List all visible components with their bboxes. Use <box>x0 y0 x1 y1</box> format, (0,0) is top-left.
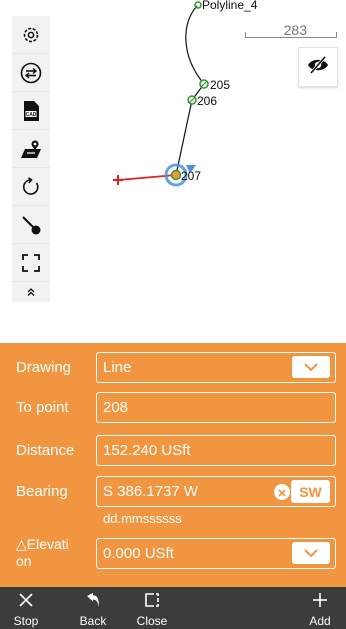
stakeout-pole-icon <box>20 214 42 236</box>
close-label: Close <box>136 614 168 628</box>
chevron-down-icon <box>303 359 319 376</box>
clear-icon <box>278 484 286 501</box>
map-layers-icon <box>19 139 43 159</box>
clear-bearing-button[interactable] <box>274 484 290 500</box>
stop-label: Stop <box>13 614 39 628</box>
visibility-toggle-button[interactable] <box>298 47 338 87</box>
distance-input[interactable]: 152.240 USft <box>96 435 336 466</box>
refresh-icon <box>21 176 41 197</box>
fullscreen-button[interactable] <box>12 244 50 282</box>
polyline-label: Polyline_4 <box>202 0 258 12</box>
map-canvas[interactable]: Polyline_4 205 206 207 283 CAD <box>0 0 346 343</box>
stakeout-button[interactable] <box>12 206 50 244</box>
map-drawing <box>113 1 209 187</box>
svg-text:CAD: CAD <box>26 112 37 118</box>
elevation-label: △Elevati on <box>16 536 69 570</box>
polyline-curve <box>185 5 205 85</box>
cad-icon: CAD <box>21 100 41 122</box>
scale-value: 283 <box>283 22 307 38</box>
swap-icon <box>20 62 42 84</box>
scale-bar: 283 <box>245 20 337 40</box>
collapse-up-icon <box>26 287 36 297</box>
drawing-panel: Drawing Line To point 208 Distance 152.2… <box>0 343 346 587</box>
elevation-label-line1: △Elevati <box>16 536 69 552</box>
close-button[interactable]: Close <box>131 587 173 629</box>
close-x-icon <box>18 587 34 613</box>
to-point-value: 208 <box>103 399 129 416</box>
back-label: Back <box>79 614 107 628</box>
point-label-207: 207 <box>181 169 202 183</box>
segment-206-207 <box>175 99 193 176</box>
vertex-top[interactable] <box>194 1 202 9</box>
gear-icon <box>21 25 41 45</box>
cad-button[interactable]: CAD <box>12 92 50 130</box>
point-label-206: 206 <box>197 94 218 108</box>
elevation-label-line2: on <box>16 553 32 569</box>
elevation-value: 0.000 USft <box>103 545 174 562</box>
swap-button[interactable] <box>12 54 50 92</box>
stop-button[interactable]: Stop <box>6 587 46 629</box>
settings-button[interactable] <box>12 16 50 54</box>
left-toolbar: CAD <box>12 16 50 302</box>
to-point-input[interactable]: 208 <box>96 392 336 423</box>
bearing-label: Bearing <box>16 483 68 500</box>
bearing-quadrant-button[interactable]: SW <box>291 480 330 503</box>
point-207[interactable] <box>170 169 182 181</box>
back-button[interactable]: Back <box>72 587 114 629</box>
distance-label: Distance <box>16 442 75 459</box>
eye-off-icon <box>307 55 329 79</box>
collapse-toolbar-button[interactable] <box>12 282 50 302</box>
drawing-select[interactable]: Line <box>96 352 336 383</box>
chevron-down-icon <box>303 545 319 562</box>
drawing-label: Drawing <box>16 359 72 376</box>
drawing-value: Line <box>103 359 132 376</box>
elevation-dropdown-button[interactable] <box>292 542 330 564</box>
bottom-action-bar: Stop Back Close Add <box>0 587 346 629</box>
bearing-input[interactable]: S 386.1737 W SW <box>96 476 336 507</box>
to-point-label: To point <box>16 399 69 416</box>
elevation-select[interactable]: 0.000 USft <box>96 538 336 569</box>
add-button[interactable]: Add <box>300 587 340 629</box>
map-layers-button[interactable] <box>12 130 50 168</box>
back-arrow-icon <box>84 587 102 613</box>
point-label-205: 205 <box>210 78 231 92</box>
distance-value: 152.240 USft <box>103 442 191 459</box>
fullscreen-icon <box>22 253 40 272</box>
bearing-format-hint: dd.mmssssss <box>103 511 182 526</box>
refresh-button[interactable] <box>12 168 50 206</box>
bearing-value: S 386.1737 W <box>103 483 199 500</box>
drawing-dropdown-button[interactable] <box>292 356 330 378</box>
close-shape-icon <box>144 587 160 613</box>
plus-icon <box>312 587 328 613</box>
add-label: Add <box>309 614 331 628</box>
